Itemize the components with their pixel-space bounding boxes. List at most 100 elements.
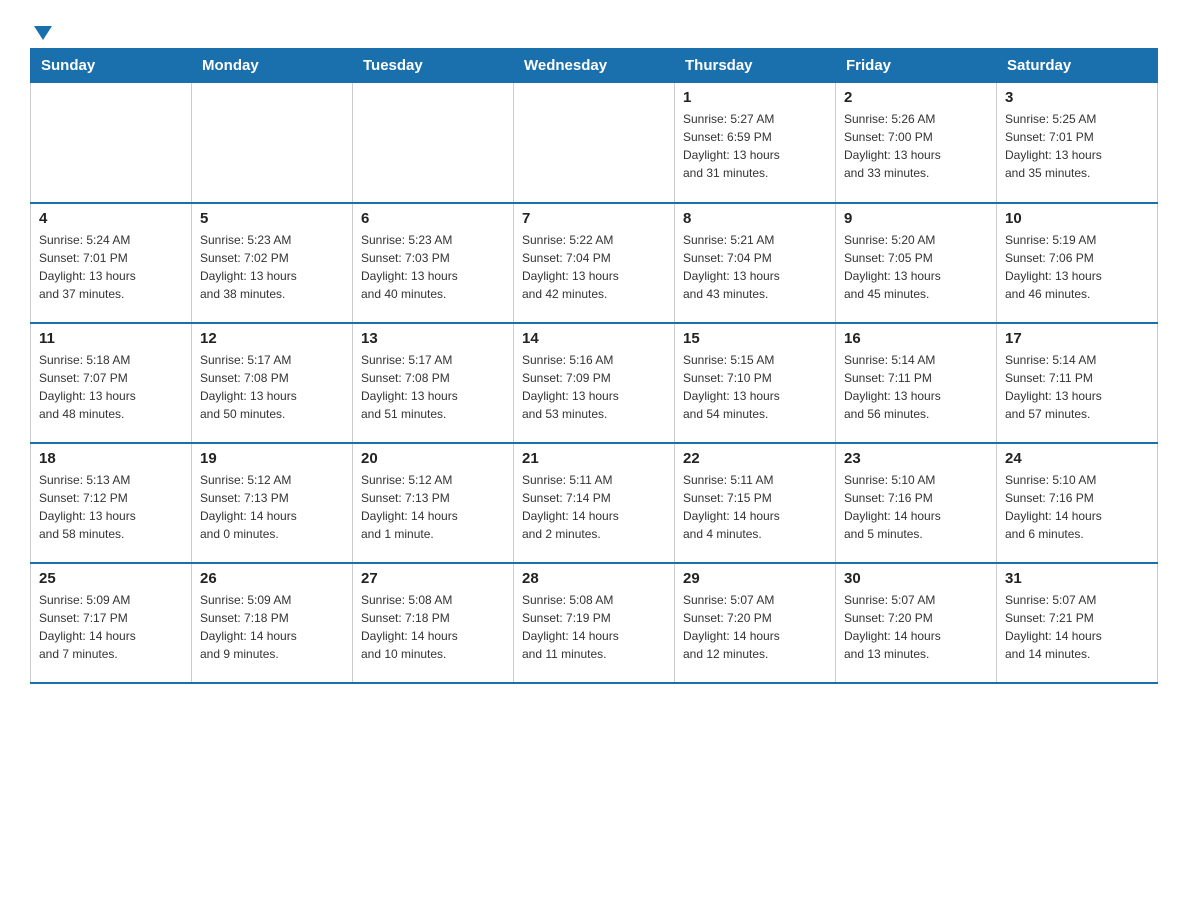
- column-header-tuesday: Tuesday: [353, 49, 514, 83]
- day-info: Sunrise: 5:09 AM Sunset: 7:17 PM Dayligh…: [39, 591, 183, 663]
- day-number: 16: [844, 330, 988, 347]
- day-info: Sunrise: 5:17 AM Sunset: 7:08 PM Dayligh…: [361, 351, 505, 423]
- calendar-cell: 8 Sunrise: 5:21 AM Sunset: 7:04 PM Daylig…: [675, 203, 836, 323]
- week-row-5: 25 Sunrise: 5:09 AM Sunset: 7:17 PM Dayli…: [31, 563, 1158, 683]
- calendar-cell: 16 Sunrise: 5:14 AM Sunset: 7:11 PM Dayli…: [836, 323, 997, 443]
- calendar-cell: 3 Sunrise: 5:25 AM Sunset: 7:01 PM Daylig…: [997, 83, 1158, 203]
- day-info: Sunrise: 5:09 AM Sunset: 7:18 PM Dayligh…: [200, 591, 344, 663]
- calendar-cell: 27 Sunrise: 5:08 AM Sunset: 7:18 PM Dayli…: [353, 563, 514, 683]
- day-number: 7: [522, 210, 666, 227]
- calendar-cell: 5 Sunrise: 5:23 AM Sunset: 7:02 PM Daylig…: [192, 203, 353, 323]
- calendar-cell: 15Sunrise: 5:15 AM Sunset: 7:10 PM Dayli…: [675, 323, 836, 443]
- calendar-table: SundayMondayTuesdayWednesdayThursdayFrid…: [30, 48, 1158, 684]
- page-header: [30, 20, 1158, 38]
- week-row-2: 4Sunrise: 5:24 AM Sunset: 7:01 PM Daylig…: [31, 203, 1158, 323]
- day-number: 27: [361, 570, 505, 587]
- calendar-cell: 23 Sunrise: 5:10 AM Sunset: 7:16 PM Dayli…: [836, 443, 997, 563]
- logo-triangle-icon: [32, 22, 54, 44]
- calendar-cell: 1 Sunrise: 5:27 AM Sunset: 6:59 PM Daylig…: [675, 83, 836, 203]
- day-info: Sunrise: 5:23 AM Sunset: 7:02 PM Dayligh…: [200, 231, 344, 303]
- day-info: Sunrise: 5:15 AM Sunset: 7:10 PM Dayligh…: [683, 351, 827, 423]
- day-number: 23: [844, 450, 988, 467]
- day-info: Sunrise: 5:12 AM Sunset: 7:13 PM Dayligh…: [361, 471, 505, 543]
- day-number: 18: [39, 450, 183, 467]
- day-info: Sunrise: 5:21 AM Sunset: 7:04 PM Dayligh…: [683, 231, 827, 303]
- calendar-cell: 30 Sunrise: 5:07 AM Sunset: 7:20 PM Dayli…: [836, 563, 997, 683]
- day-info: Sunrise: 5:13 AM Sunset: 7:12 PM Dayligh…: [39, 471, 183, 543]
- week-row-1: 1 Sunrise: 5:27 AM Sunset: 6:59 PM Daylig…: [31, 83, 1158, 203]
- day-number: 30: [844, 570, 988, 587]
- day-number: 29: [683, 570, 827, 587]
- day-number: 31: [1005, 570, 1149, 587]
- calendar-cell: 6Sunrise: 5:23 AM Sunset: 7:03 PM Daylig…: [353, 203, 514, 323]
- day-info: Sunrise: 5:07 AM Sunset: 7:20 PM Dayligh…: [844, 591, 988, 663]
- day-number: 11: [39, 330, 183, 347]
- calendar-cell: 17 Sunrise: 5:14 AM Sunset: 7:11 PM Dayli…: [997, 323, 1158, 443]
- day-number: 14: [522, 330, 666, 347]
- day-info: Sunrise: 5:26 AM Sunset: 7:00 PM Dayligh…: [844, 110, 988, 182]
- calendar-header: SundayMondayTuesdayWednesdayThursdayFrid…: [31, 49, 1158, 83]
- calendar-cell: 28 Sunrise: 5:08 AM Sunset: 7:19 PM Dayli…: [514, 563, 675, 683]
- calendar-cell: 4Sunrise: 5:24 AM Sunset: 7:01 PM Daylig…: [31, 203, 192, 323]
- day-info: Sunrise: 5:11 AM Sunset: 7:14 PM Dayligh…: [522, 471, 666, 543]
- calendar-cell: 21 Sunrise: 5:11 AM Sunset: 7:14 PM Dayli…: [514, 443, 675, 563]
- day-info: Sunrise: 5:25 AM Sunset: 7:01 PM Dayligh…: [1005, 110, 1149, 182]
- calendar-cell: [31, 83, 192, 203]
- calendar-cell: 2 Sunrise: 5:26 AM Sunset: 7:00 PM Daylig…: [836, 83, 997, 203]
- day-number: 2: [844, 89, 988, 106]
- day-info: Sunrise: 5:19 AM Sunset: 7:06 PM Dayligh…: [1005, 231, 1149, 303]
- calendar-cell: 24Sunrise: 5:10 AM Sunset: 7:16 PM Dayli…: [997, 443, 1158, 563]
- column-header-wednesday: Wednesday: [514, 49, 675, 83]
- calendar-cell: [353, 83, 514, 203]
- day-number: 28: [522, 570, 666, 587]
- calendar-cell: 11Sunrise: 5:18 AM Sunset: 7:07 PM Dayli…: [31, 323, 192, 443]
- day-info: Sunrise: 5:08 AM Sunset: 7:18 PM Dayligh…: [361, 591, 505, 663]
- day-number: 21: [522, 450, 666, 467]
- calendar-cell: 14 Sunrise: 5:16 AM Sunset: 7:09 PM Dayli…: [514, 323, 675, 443]
- day-number: 19: [200, 450, 344, 467]
- calendar-cell: 10 Sunrise: 5:19 AM Sunset: 7:06 PM Dayli…: [997, 203, 1158, 323]
- day-info: Sunrise: 5:27 AM Sunset: 6:59 PM Dayligh…: [683, 110, 827, 182]
- day-number: 13: [361, 330, 505, 347]
- day-info: Sunrise: 5:20 AM Sunset: 7:05 PM Dayligh…: [844, 231, 988, 303]
- day-number: 8: [683, 210, 827, 227]
- column-header-sunday: Sunday: [31, 49, 192, 83]
- calendar-cell: 22 Sunrise: 5:11 AM Sunset: 7:15 PM Dayli…: [675, 443, 836, 563]
- calendar-cell: 9 Sunrise: 5:20 AM Sunset: 7:05 PM Daylig…: [836, 203, 997, 323]
- day-info: Sunrise: 5:23 AM Sunset: 7:03 PM Dayligh…: [361, 231, 505, 303]
- day-info: Sunrise: 5:12 AM Sunset: 7:13 PM Dayligh…: [200, 471, 344, 543]
- day-info: Sunrise: 5:17 AM Sunset: 7:08 PM Dayligh…: [200, 351, 344, 423]
- day-info: Sunrise: 5:22 AM Sunset: 7:04 PM Dayligh…: [522, 231, 666, 303]
- calendar-cell: 20 Sunrise: 5:12 AM Sunset: 7:13 PM Dayli…: [353, 443, 514, 563]
- day-info: Sunrise: 5:16 AM Sunset: 7:09 PM Dayligh…: [522, 351, 666, 423]
- day-number: 5: [200, 210, 344, 227]
- day-number: 9: [844, 210, 988, 227]
- day-number: 17: [1005, 330, 1149, 347]
- day-number: 25: [39, 570, 183, 587]
- week-row-3: 11Sunrise: 5:18 AM Sunset: 7:07 PM Dayli…: [31, 323, 1158, 443]
- calendar-cell: [192, 83, 353, 203]
- day-info: Sunrise: 5:11 AM Sunset: 7:15 PM Dayligh…: [683, 471, 827, 543]
- column-header-saturday: Saturday: [997, 49, 1158, 83]
- day-info: Sunrise: 5:08 AM Sunset: 7:19 PM Dayligh…: [522, 591, 666, 663]
- day-number: 12: [200, 330, 344, 347]
- day-number: 20: [361, 450, 505, 467]
- calendar-cell: 13 Sunrise: 5:17 AM Sunset: 7:08 PM Dayli…: [353, 323, 514, 443]
- column-header-monday: Monday: [192, 49, 353, 83]
- week-row-4: 18 Sunrise: 5:13 AM Sunset: 7:12 PM Dayli…: [31, 443, 1158, 563]
- day-number: 3: [1005, 89, 1149, 106]
- day-number: 10: [1005, 210, 1149, 227]
- day-info: Sunrise: 5:14 AM Sunset: 7:11 PM Dayligh…: [1005, 351, 1149, 423]
- day-number: 26: [200, 570, 344, 587]
- day-info: Sunrise: 5:07 AM Sunset: 7:20 PM Dayligh…: [683, 591, 827, 663]
- calendar-cell: 19 Sunrise: 5:12 AM Sunset: 7:13 PM Dayli…: [192, 443, 353, 563]
- calendar-cell: 25 Sunrise: 5:09 AM Sunset: 7:17 PM Dayli…: [31, 563, 192, 683]
- calendar-cell: 29 Sunrise: 5:07 AM Sunset: 7:20 PM Dayli…: [675, 563, 836, 683]
- day-info: Sunrise: 5:24 AM Sunset: 7:01 PM Dayligh…: [39, 231, 183, 303]
- day-number: 22: [683, 450, 827, 467]
- calendar-cell: [514, 83, 675, 203]
- day-info: Sunrise: 5:14 AM Sunset: 7:11 PM Dayligh…: [844, 351, 988, 423]
- day-number: 1: [683, 89, 827, 106]
- calendar-cell: 18 Sunrise: 5:13 AM Sunset: 7:12 PM Dayli…: [31, 443, 192, 563]
- day-info: Sunrise: 5:10 AM Sunset: 7:16 PM Dayligh…: [844, 471, 988, 543]
